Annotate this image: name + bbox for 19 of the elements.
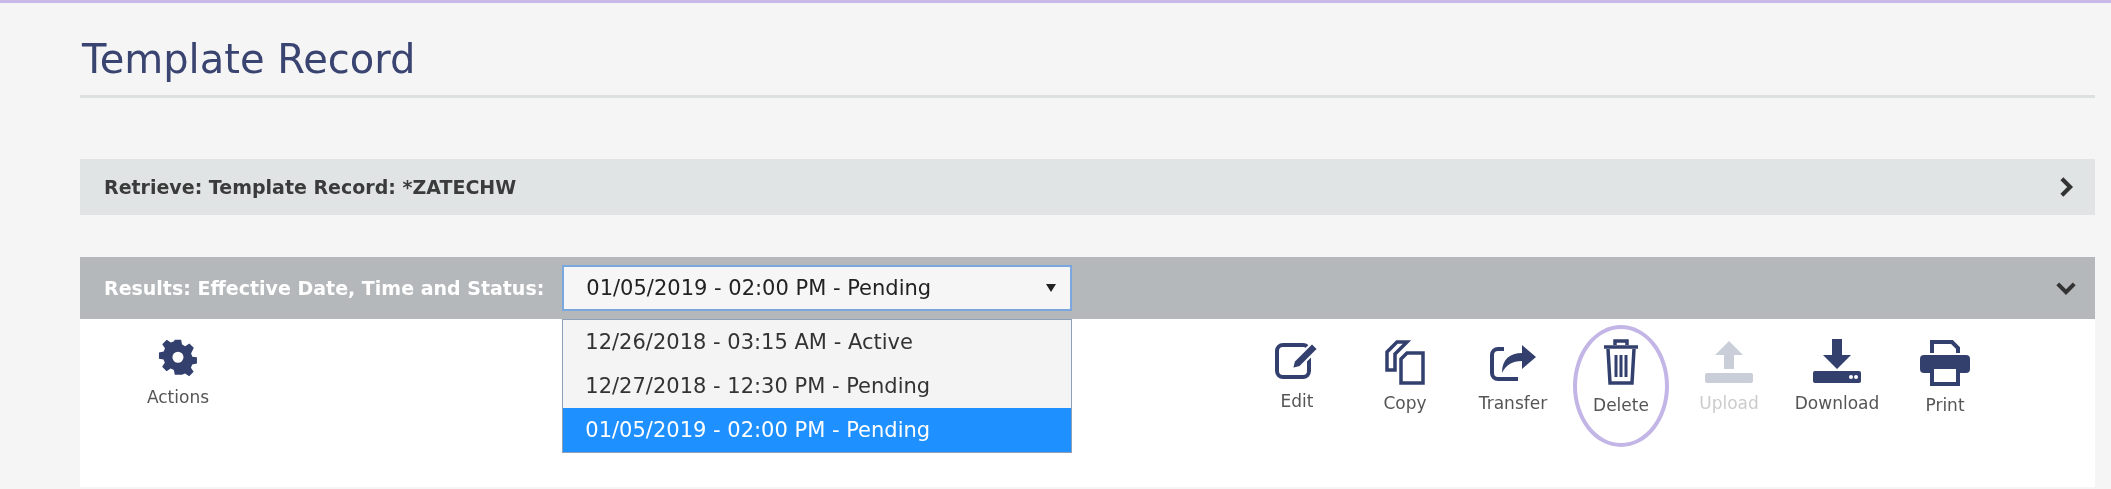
dropdown-option[interactable]: 12/26/2018 - 03:15 AM - Active xyxy=(563,320,1072,364)
delete-button[interactable]: Delete xyxy=(1571,339,1671,415)
page-title: Template Record xyxy=(82,35,417,84)
print-button[interactable]: Print xyxy=(1895,339,1995,415)
retrieve-panel-header[interactable]: Retrieve: Template Record: *ZATECHW xyxy=(80,159,2095,215)
trash-icon xyxy=(1601,339,1641,387)
download-button[interactable]: Download xyxy=(1787,339,1887,413)
date-dropdown[interactable]: 01/05/2019 - 02:00 PM - Pending xyxy=(562,265,1073,311)
copy-icon xyxy=(1383,339,1427,385)
panel-label: Results: Effective Date, Time and Status: xyxy=(104,277,545,299)
edit-button[interactable]: Edit xyxy=(1247,339,1347,411)
dropdown-option[interactable]: 12/27/2018 - 12:30 PM - Pending xyxy=(563,364,1072,408)
actions-button[interactable]: Actions xyxy=(128,339,228,407)
printer-icon xyxy=(1918,339,1972,387)
caret-icon xyxy=(1046,284,1057,292)
settings-icon xyxy=(158,339,198,379)
copy-button[interactable]: Copy xyxy=(1355,339,1455,413)
transfer-button[interactable]: Transfer xyxy=(1463,339,1563,413)
panel-label: Retrieve: Template Record: *ZATECHW xyxy=(104,176,517,198)
